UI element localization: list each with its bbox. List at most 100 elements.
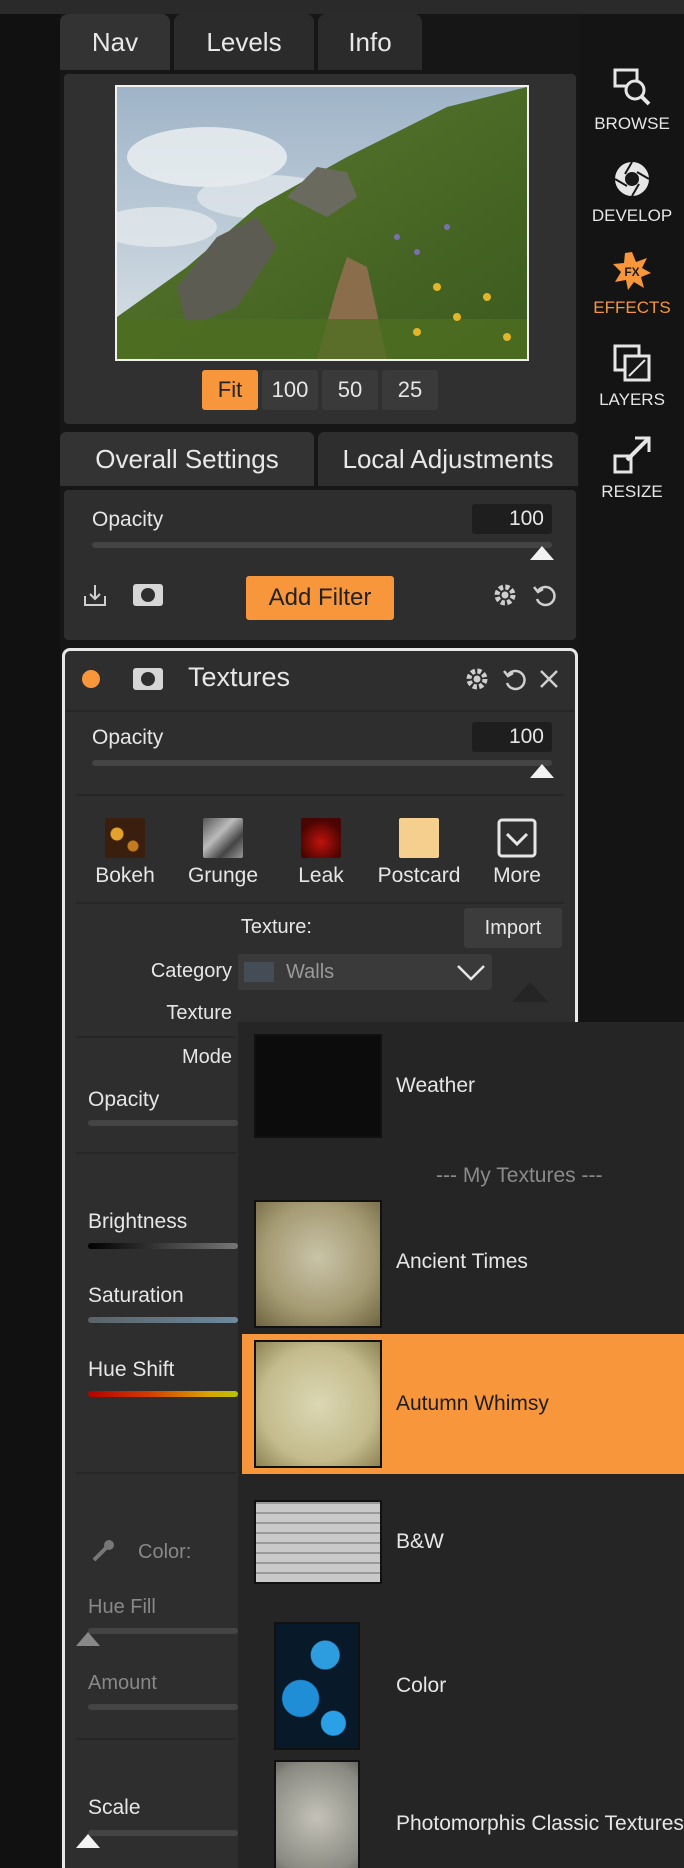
tab-local-adjustments[interactable]: Local Adjustments (318, 432, 578, 486)
divider (66, 710, 574, 712)
zoom-100-label: 100 (271, 377, 309, 402)
zoom-100-button[interactable]: 100 (262, 370, 318, 410)
divider (76, 1738, 236, 1740)
chevron-down-icon (457, 965, 485, 981)
resize-icon (613, 436, 651, 474)
reset-icon[interactable] (530, 580, 560, 610)
color-label: Color: (138, 1541, 192, 1563)
zoom-50-button[interactable]: 50 (322, 370, 378, 410)
leak-thumbnail (301, 818, 341, 858)
dropdown-item-autumn-whimsy-label: Autumn Whimsy (396, 1392, 549, 1415)
dropdown-item-ancient-times-label: Ancient Times (396, 1250, 528, 1273)
texture-header-label: Texture: (240, 916, 312, 938)
sidebar-item-layers-label: LAYERS (599, 390, 665, 409)
dropdown-item-weather[interactable]: Weather (238, 1022, 684, 1142)
tab-info[interactable]: Info (318, 14, 422, 70)
overall-opacity-value[interactable]: 100 (472, 504, 552, 534)
hue-fill-slider[interactable] (88, 1628, 238, 1634)
texture-settings-gear-icon[interactable] (462, 664, 492, 694)
category-label: Category (150, 960, 232, 982)
preset-leak-label: Leak (298, 864, 344, 887)
scale-slider[interactable] (88, 1830, 238, 1836)
sidebar-item-resize[interactable]: RESIZE (592, 434, 672, 502)
sidebar-item-effects[interactable]: FX EFFECTS (592, 250, 672, 318)
settings-gear-icon[interactable] (490, 580, 520, 610)
dropdown-item-autumn-whimsy[interactable]: Autumn Whimsy (242, 1334, 684, 1474)
preview-image[interactable] (115, 85, 529, 361)
bw-thumbnail (254, 1500, 382, 1584)
sidebar-item-layers[interactable]: LAYERS (592, 342, 672, 410)
preset-postcard[interactable]: Postcard (371, 818, 467, 888)
preset-bokeh[interactable]: Bokeh (77, 818, 173, 888)
dropdown-item-photomorphis-label: Photomorphis Classic Textures (396, 1812, 684, 1835)
zoom-25-label: 25 (397, 377, 423, 402)
preset-grunge-label: Grunge (187, 864, 259, 887)
category-select[interactable]: Walls (238, 954, 492, 990)
sidebar-item-effects-label: EFFECTS (593, 298, 671, 317)
tab-local-adjustments-label: Local Adjustments (342, 443, 554, 474)
more-icon (497, 818, 537, 858)
top-bar (0, 0, 684, 14)
zoom-fit-label: Fit (217, 377, 243, 402)
eyedropper-icon[interactable] (88, 1536, 118, 1566)
sidebar-item-browse[interactable]: BROWSE (592, 66, 672, 134)
import-preset-icon[interactable] (80, 580, 110, 610)
saturation-label: Saturation (88, 1284, 184, 1307)
import-button[interactable]: Import (464, 908, 562, 948)
zoom-fit-button[interactable]: Fit (202, 370, 258, 410)
fx-icon: FX (613, 252, 651, 290)
dropdown-item-photomorphis[interactable]: Photomorphis Classic Textures (238, 1758, 684, 1868)
tab-info-label: Info (348, 26, 392, 57)
texture-reset-icon[interactable] (500, 664, 530, 694)
close-icon[interactable] (534, 664, 564, 694)
mask-icon[interactable] (130, 580, 166, 610)
tab-overall-settings[interactable]: Overall Settings (60, 432, 314, 486)
sidebar-item-resize-label: RESIZE (601, 482, 663, 501)
tab-levels-label: Levels (206, 26, 282, 57)
hue-fill-slider-thumb[interactable] (76, 1632, 100, 1646)
amount-label: Amount (88, 1672, 157, 1694)
add-filter-button[interactable]: Add Filter (246, 576, 394, 620)
texture-mask-icon[interactable] (130, 664, 166, 694)
divider (76, 794, 564, 796)
dropdown-item-weather-label: Weather (396, 1074, 475, 1097)
mode-label: Mode (181, 1046, 232, 1068)
amount-slider[interactable] (88, 1704, 238, 1710)
preset-leak[interactable]: Leak (273, 818, 369, 888)
overall-opacity-slider[interactable] (92, 542, 552, 548)
tab-levels[interactable]: Levels (174, 14, 314, 70)
texture-dropdown-list: Weather --- My Textures --- Ancient Time… (238, 1022, 684, 1868)
dropdown-item-color[interactable]: Color (238, 1618, 684, 1754)
texture-opacity-value[interactable]: 100 (472, 722, 552, 752)
left-strip (0, 14, 60, 1868)
texture-opacity2-label: Opacity (88, 1088, 160, 1111)
weather-thumbnail (254, 1034, 382, 1138)
zoom-25-button[interactable]: 25 (382, 370, 438, 410)
divider (76, 1472, 236, 1474)
dropdown-pointer (512, 982, 548, 1002)
scale-label: Scale (88, 1796, 141, 1819)
overall-opacity-slider-thumb[interactable] (530, 546, 554, 560)
texture-opacity-label: Opacity (92, 726, 164, 749)
brightness-slider[interactable] (88, 1243, 238, 1249)
dropdown-section-my-textures: --- My Textures --- (238, 1142, 684, 1192)
saturation-slider[interactable] (88, 1317, 238, 1323)
sidebar-item-develop[interactable]: DEVELOP (592, 158, 672, 226)
preset-grunge[interactable]: Grunge (175, 818, 271, 888)
texture-opacity-slider-thumb[interactable] (530, 764, 554, 778)
layers-icon (613, 344, 651, 382)
import-button-label: Import (484, 916, 542, 939)
texture-opacity2-slider[interactable] (88, 1120, 238, 1126)
hue-fill-label: Hue Fill (88, 1596, 156, 1618)
filter-enabled-toggle[interactable] (82, 670, 100, 688)
tab-nav[interactable]: Nav (60, 14, 170, 70)
browse-icon (613, 68, 651, 106)
dropdown-item-bw[interactable]: B&W (238, 1478, 684, 1614)
hue-shift-slider[interactable] (88, 1391, 238, 1397)
texture-opacity-slider[interactable] (92, 760, 552, 766)
dropdown-item-ancient-times[interactable]: Ancient Times (238, 1194, 684, 1330)
preset-bokeh-label: Bokeh (95, 864, 155, 887)
scale-slider-thumb[interactable] (76, 1834, 100, 1848)
preset-more[interactable]: More (469, 818, 565, 888)
develop-icon (614, 161, 650, 197)
